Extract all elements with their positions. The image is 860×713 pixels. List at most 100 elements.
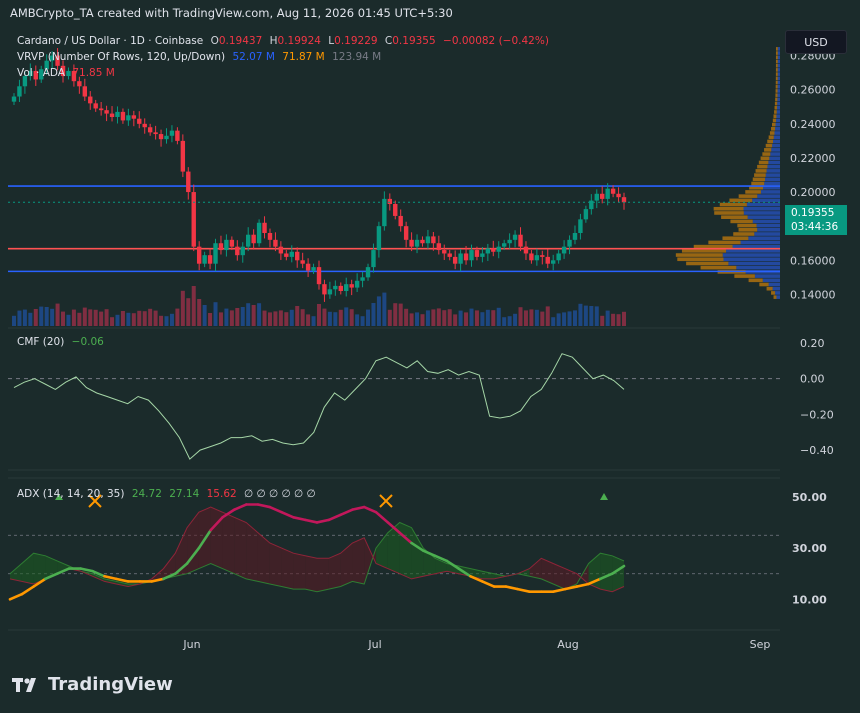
- tradingview-logo[interactable]: TradingView: [12, 674, 173, 695]
- volume-label[interactable]: Vol · ADA: [17, 67, 65, 79]
- volume-bar: [616, 314, 621, 326]
- vrvp-down-bar: [759, 282, 769, 287]
- vrvp-down-bar: [681, 249, 727, 253]
- symbol-name[interactable]: Cardano / US Dollar · 1D · Coinbase: [17, 35, 203, 47]
- vrvp-down-bar: [771, 127, 776, 131]
- candle-body: [311, 267, 316, 271]
- candle-body: [572, 233, 578, 240]
- vrvp-up-bar: [767, 164, 780, 169]
- volume-bar: [491, 310, 496, 326]
- candle-body: [196, 246, 202, 264]
- vrvp-down-bar: [775, 93, 778, 97]
- volume-bar: [415, 312, 420, 326]
- vrvp-up-bar: [777, 68, 780, 72]
- vrvp-down-bar: [765, 143, 773, 148]
- candle-body: [545, 256, 550, 264]
- volume-bar: [349, 309, 354, 326]
- candle-body: [207, 255, 213, 264]
- volume-bar: [344, 307, 349, 326]
- candle-body: [93, 103, 98, 109]
- vrvp-up-bar: [756, 223, 780, 228]
- volume-bar: [257, 303, 262, 326]
- volume-bar: [61, 311, 66, 326]
- close-value: 0.19355: [392, 35, 436, 47]
- candle-body: [425, 236, 431, 244]
- volume-bar: [213, 302, 218, 326]
- vrvp-up-bar: [776, 114, 780, 118]
- volume-bar: [148, 308, 153, 326]
- volume-bar: [355, 314, 360, 326]
- adx-label[interactable]: ADX (14, 14, 20, 35): [17, 488, 124, 500]
- candle-body: [251, 234, 256, 244]
- adx-value-2: 27.14: [169, 488, 200, 500]
- candle-body: [491, 248, 496, 252]
- di-fill-segment: [293, 553, 306, 590]
- vrvp-down-bar: [766, 286, 773, 291]
- di-fill-segment: [222, 512, 235, 574]
- di-fill-segment: [210, 507, 223, 569]
- volume-bar: [338, 309, 343, 326]
- last-price-tag: 0.19355 03:44:36: [785, 205, 847, 235]
- candle-body: [267, 233, 273, 240]
- vrvp-down-bar: [775, 68, 778, 72]
- volume-bar: [55, 303, 60, 326]
- vrvp-down-bar: [733, 232, 755, 236]
- volume-bar: [474, 310, 479, 326]
- volume-bar: [186, 298, 191, 326]
- vrvp-down-bar: [686, 261, 729, 266]
- candle-body: [224, 239, 229, 251]
- vrvp-down-bar: [738, 227, 758, 232]
- vrvp-down-bar: [730, 219, 753, 224]
- vrvp-down-bar: [745, 190, 761, 194]
- candle-body: [556, 253, 561, 261]
- volume-bar: [572, 310, 577, 326]
- candle-body: [191, 192, 196, 247]
- vrvp-down-bar: [767, 139, 773, 144]
- vrvp-down-bar: [771, 291, 776, 295]
- chart-canvas[interactable]: 0.280000.260000.240000.220000.200000.180…: [0, 0, 860, 713]
- candle-body: [115, 111, 120, 117]
- vrvp-down-bar: [751, 181, 765, 186]
- vrvp-down-bar: [768, 135, 774, 140]
- cmf-axis-label: 0.00: [800, 373, 825, 386]
- volume-bar: [153, 310, 158, 326]
- volume-bar: [159, 315, 164, 326]
- volume-bar: [17, 310, 22, 326]
- vrvp-label[interactable]: VRVP (Number Of Rows, 120, Up/Down): [17, 51, 225, 63]
- volume-bar: [458, 310, 463, 326]
- volume-bar: [295, 306, 300, 326]
- high-label: H: [269, 35, 278, 47]
- volume-legend: Vol · ADA 71.85 M: [17, 67, 119, 79]
- volume-bar: [273, 311, 278, 326]
- volume-bar: [567, 311, 572, 326]
- vrvp-up-value: 52.07 M: [232, 51, 275, 63]
- volume-bar: [518, 307, 523, 326]
- candle-body: [338, 285, 343, 291]
- candle-body: [98, 108, 104, 111]
- vrvp-down-bar: [760, 156, 770, 161]
- vrvp-down-bar: [729, 198, 753, 203]
- vrvp-up-bar: [777, 72, 780, 76]
- volume-bar: [556, 313, 561, 326]
- vrvp-down-bar: [771, 122, 776, 127]
- vrvp-down-bar: [774, 110, 777, 114]
- currency-button[interactable]: USD: [785, 30, 847, 54]
- vrvp-up-bar: [752, 219, 780, 224]
- candle-body: [180, 140, 186, 172]
- volume-bar: [71, 309, 76, 326]
- volume-bar: [12, 315, 16, 326]
- vrvp-up-bar: [765, 173, 780, 177]
- vrvp-down-bar: [775, 51, 778, 55]
- vrvp-down-bar: [708, 240, 741, 245]
- volume-bar: [453, 314, 458, 326]
- di-fill-segment: [305, 555, 317, 592]
- volume-bar: [197, 299, 202, 326]
- vrvp-up-bar: [747, 215, 780, 219]
- cmf-label[interactable]: CMF (20): [17, 336, 64, 348]
- vrvp-down-bar: [748, 278, 763, 283]
- volume-bar: [306, 314, 311, 326]
- candle-body: [229, 239, 235, 247]
- candle-body: [131, 115, 137, 119]
- candle-body: [605, 188, 610, 199]
- vrvp-up-bar: [766, 169, 780, 173]
